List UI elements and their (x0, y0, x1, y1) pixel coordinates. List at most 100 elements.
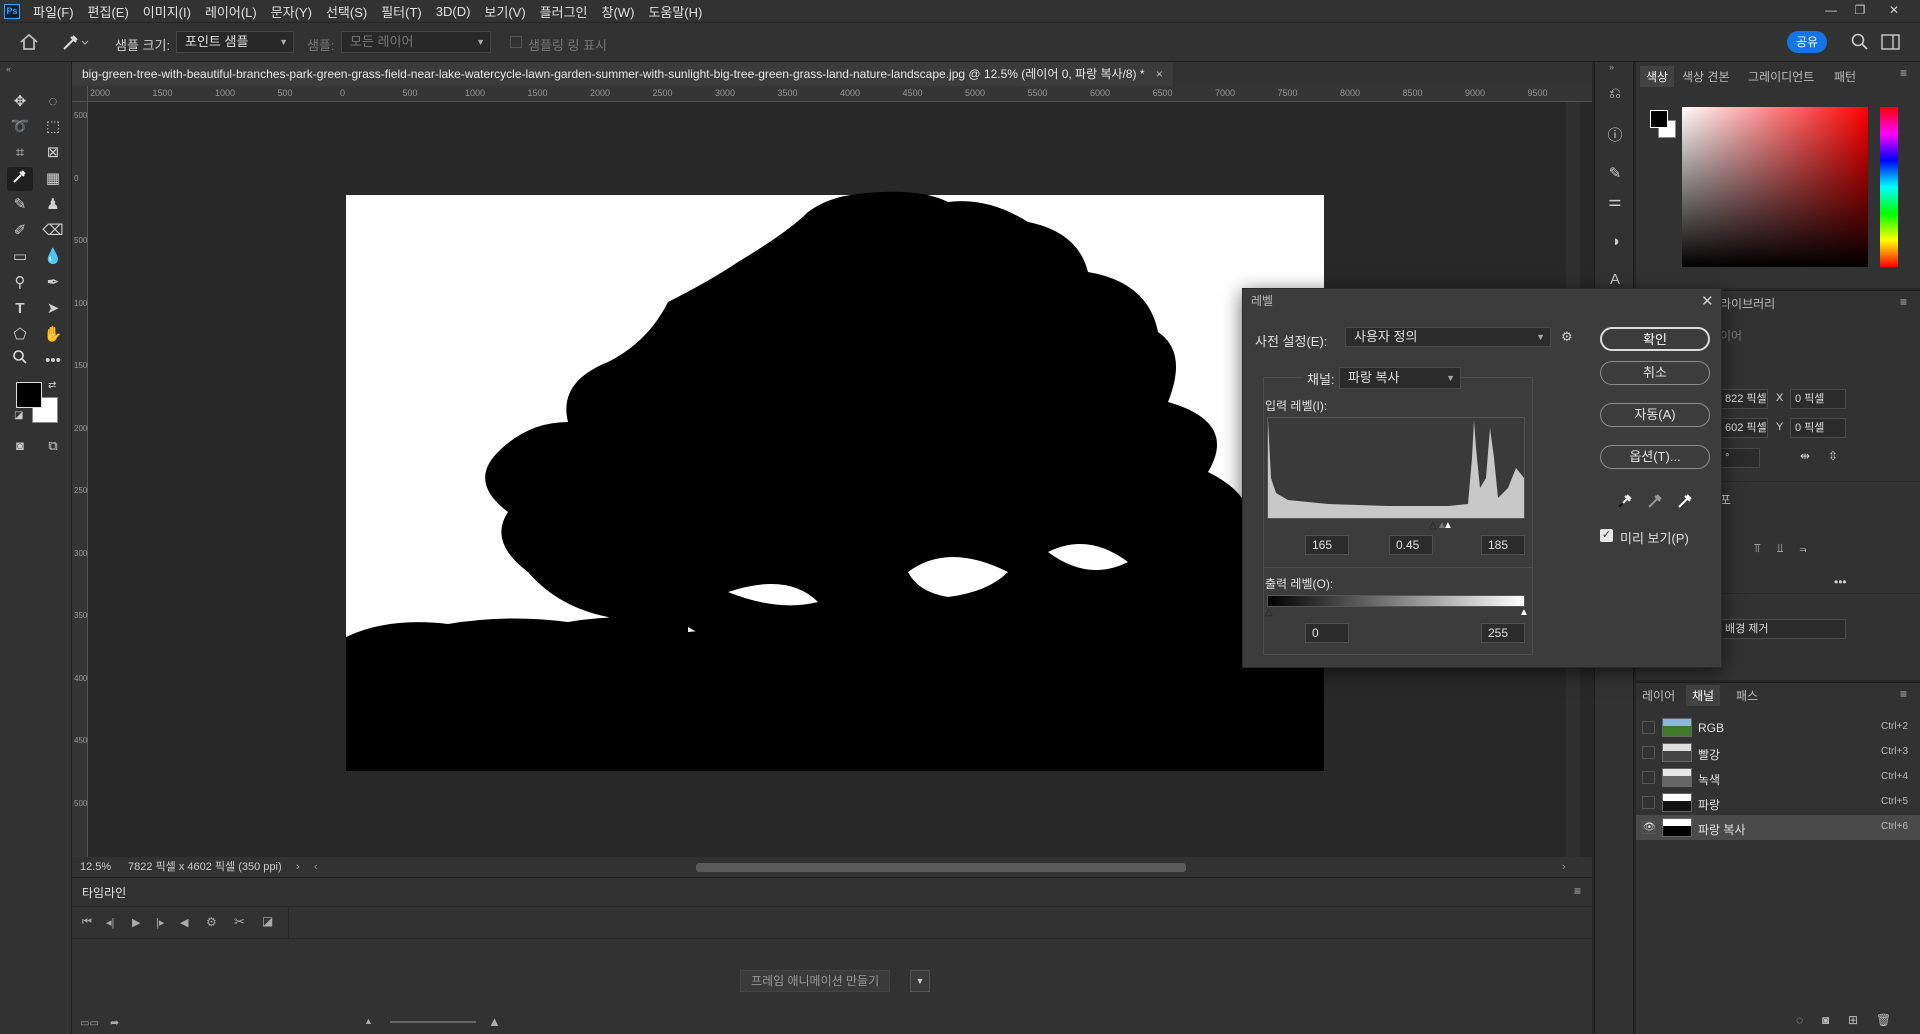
output-black-slider-icon[interactable]: △ (1265, 607, 1273, 618)
auto-button[interactable]: 자동(A) (1600, 403, 1710, 427)
new-channel-icon[interactable]: ⊞ (1848, 1013, 1858, 1027)
foreground-swatch[interactable] (1650, 110, 1668, 128)
crop-tool-icon[interactable]: ⌗ (7, 141, 33, 165)
first-frame-icon[interactable]: ⏮ (82, 916, 92, 929)
next-frame-icon[interactable]: |▸ (156, 916, 164, 929)
document-tab[interactable]: big-green-tree-with-beautiful-branches-p… (72, 62, 1173, 86)
settings-gear-icon[interactable]: ⚙ (206, 915, 217, 929)
menu-select[interactable]: 선택(S) (319, 2, 374, 21)
panel-menu-icon[interactable]: ≡ (1900, 295, 1907, 309)
eyedropper-preset-icon[interactable] (60, 32, 90, 52)
eye-icon[interactable]: 👁 (1642, 821, 1656, 834)
black-eyedropper-icon[interactable] (1615, 489, 1637, 511)
visibility-toggle[interactable] (1642, 721, 1655, 734)
adjustments-icon[interactable]: ⚌ (1603, 190, 1627, 214)
zoom-tool-icon[interactable] (7, 349, 33, 373)
sample-size-select[interactable]: 포인트 샘플 ▼ (176, 31, 294, 53)
create-frame-animation-button[interactable]: 프레임 애니메이션 만들기 (740, 970, 891, 992)
tab-channels[interactable]: 채널 (1686, 685, 1721, 706)
preset-select[interactable]: 사용자 정의 ▼ (1345, 327, 1551, 347)
flip-vertical-icon[interactable]: ⇳ (1828, 449, 1838, 463)
move-tool-icon[interactable]: ✥ (7, 90, 33, 114)
restore-button[interactable]: ❐ (1846, 0, 1874, 22)
frame-mode-icon[interactable]: ▭▭ (80, 1018, 99, 1029)
tab-color[interactable]: 색상 (1640, 66, 1675, 87)
frame-tool-icon[interactable]: ⊠ (40, 141, 66, 165)
preview-checkbox[interactable]: ✓ (1600, 529, 1613, 542)
eraser-tool-icon[interactable]: ⌫ (40, 219, 66, 243)
tab-patterns[interactable]: 패턴 (1834, 68, 1856, 85)
y-field[interactable]: 0 픽셀 (1790, 418, 1846, 438)
channel-row[interactable]: 녹색 Ctrl+4 (1636, 765, 1920, 790)
close-window-button[interactable]: ✕ (1880, 0, 1908, 22)
audio-icon[interactable]: ◀ (180, 916, 188, 929)
close-tab-icon[interactable]: × (1156, 67, 1163, 81)
width-field[interactable]: 822 픽셀 (1720, 389, 1768, 409)
eyedropper-tool-icon[interactable] (7, 167, 33, 191)
default-colors-icon[interactable]: ◪ (14, 410, 23, 421)
menu-edit[interactable]: 편집(E) (81, 2, 136, 21)
workspace-icon[interactable] (1880, 32, 1902, 52)
channel-row[interactable]: RGB Ctrl+2 (1636, 715, 1920, 740)
expand-icon[interactable]: » (1609, 62, 1614, 72)
flip-horizontal-icon[interactable]: ⇹ (1800, 449, 1810, 463)
more-icon[interactable]: ••• (1834, 575, 1847, 589)
menu-window[interactable]: 창(W) (595, 2, 642, 21)
panel-menu-icon[interactable]: ≡ (1900, 687, 1907, 701)
options-button[interactable]: 옵션(T)... (1600, 445, 1710, 469)
height-field[interactable]: 602 픽셀 (1720, 418, 1768, 438)
menu-help[interactable]: 도움말(H) (641, 2, 709, 21)
black-point-slider-icon[interactable]: △ (1429, 520, 1437, 531)
ok-button[interactable]: 확인 (1600, 327, 1710, 351)
load-selection-icon[interactable]: ◌ (1796, 1013, 1803, 1027)
history-icon[interactable]: ⎌ (1603, 82, 1627, 106)
hue-slider[interactable] (1880, 107, 1898, 267)
home-icon[interactable] (18, 32, 40, 52)
dodge-tool-icon[interactable]: ⚲ (7, 271, 33, 295)
channel-row[interactable]: 파랑 Ctrl+5 (1636, 790, 1920, 815)
panel-menu-icon[interactable]: ≡ (1574, 884, 1581, 898)
white-point-slider-icon[interactable]: ▲ (1443, 520, 1453, 531)
object-select-icon[interactable]: ⬚ (40, 115, 66, 139)
color-field[interactable] (1682, 107, 1868, 267)
output-white-slider-icon[interactable]: ▲ (1519, 607, 1529, 618)
dialog-close-icon[interactable]: ✕ (1701, 292, 1714, 310)
tab-gradients[interactable]: 그레이디언트 (1748, 68, 1814, 85)
save-selection-icon[interactable]: ◙ (1822, 1013, 1829, 1027)
shape-tool-icon[interactable]: ⬠ (7, 323, 33, 347)
gradient-tool-icon[interactable]: ▭ (7, 245, 33, 269)
collapse-icon[interactable]: « (6, 64, 11, 74)
more-tools-icon[interactable]: ••• (40, 349, 66, 373)
menu-plugins[interactable]: 플러그인 (533, 2, 595, 21)
type-tool-icon[interactable]: T (7, 297, 33, 321)
previous-frame-icon[interactable]: ◂| (106, 916, 114, 929)
menu-layer[interactable]: 레이어(L) (198, 2, 264, 21)
remove-background-button[interactable]: 배경 제거 (1720, 619, 1846, 639)
tab-swatches[interactable]: 색상 견본 (1682, 68, 1730, 85)
preset-gear-icon[interactable]: ⚙ (1561, 329, 1573, 345)
zoom-out-mountain-icon[interactable]: ▲ (364, 1016, 373, 1026)
menu-filter[interactable]: 필터(T) (374, 2, 429, 21)
lasso-tool-icon[interactable]: ➰ (7, 115, 33, 139)
channel-row-selected[interactable]: 👁 파랑 복사 Ctrl+6 (1636, 815, 1920, 840)
convert-icon[interactable]: ➦ (110, 1016, 119, 1029)
menu-image[interactable]: 이미지(I) (136, 2, 198, 21)
panel-menu-icon[interactable]: ≡ (1900, 66, 1907, 80)
visibility-toggle[interactable] (1642, 746, 1655, 759)
output-black-field[interactable]: 0 (1305, 623, 1349, 643)
channel-row[interactable]: 빨강 Ctrl+3 (1636, 740, 1920, 765)
channel-select[interactable]: 파랑 복사 ▼ (1339, 367, 1461, 389)
pen-tool-icon[interactable]: ✒ (40, 271, 66, 295)
zoom-in-mountain-icon[interactable]: ▲ (488, 1014, 501, 1029)
play-icon[interactable]: ▶ (132, 916, 140, 929)
minimize-button[interactable]: — (1817, 0, 1845, 22)
share-button[interactable]: 공유 (1787, 31, 1827, 53)
swap-colors-icon[interactable]: ⇄ (48, 380, 56, 391)
quick-mask-icon[interactable]: ◙ (7, 434, 33, 458)
timeline-zoom-slider[interactable] (390, 1021, 476, 1023)
status-arrow-icon[interactable]: › (296, 857, 300, 877)
menu-3d[interactable]: 3D(D) (429, 4, 478, 19)
patch-tool-icon[interactable]: ▦ (40, 167, 66, 191)
menu-view[interactable]: 보기(V) (477, 2, 532, 21)
white-eyedropper-icon[interactable] (1675, 489, 1697, 511)
